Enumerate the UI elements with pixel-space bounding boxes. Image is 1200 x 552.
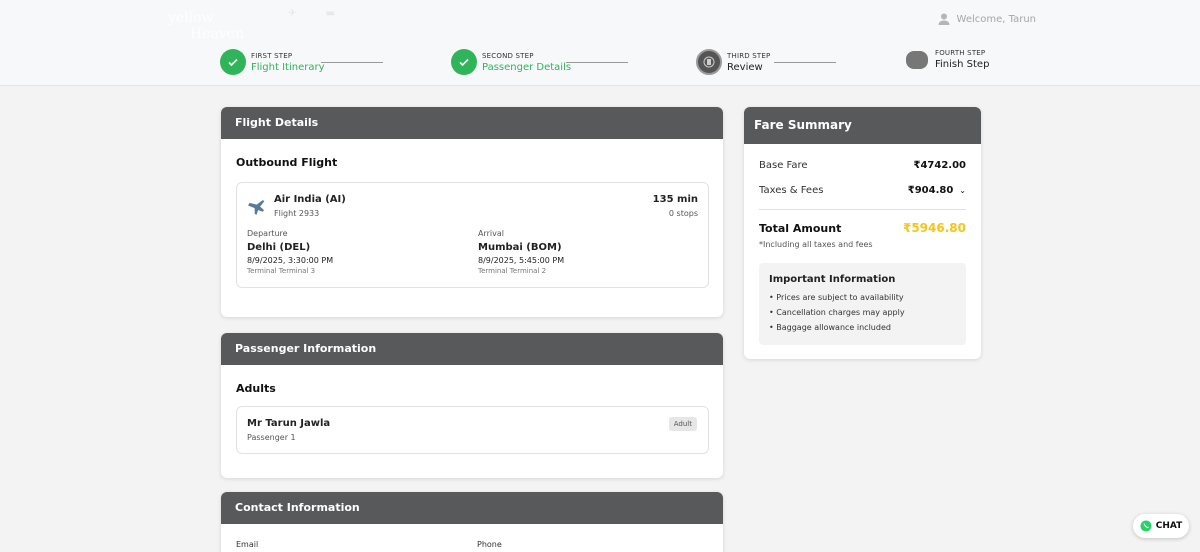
chat-label: CHAT — [1155, 521, 1183, 531]
hotel-nav-icon[interactable]: ▬ — [326, 8, 335, 19]
nav-icons: ✈ ▬ — [288, 8, 361, 19]
contact-info-card: Contact Information Email Phone — [221, 492, 723, 552]
arrival-city: Mumbai (BOM) — [478, 242, 562, 253]
flight-nav-icon[interactable]: ✈ — [288, 8, 296, 19]
important-info-title: Important Information — [769, 274, 896, 285]
flight-details-card: Flight Details Outbound Flight Air India… — [221, 107, 723, 317]
step-1: FIRST STEP Flight Itinerary — [220, 49, 325, 75]
total-label: Total Amount — [759, 221, 842, 235]
phone-label: Phone — [477, 540, 502, 549]
arrival-label: Arrival — [478, 229, 504, 238]
step-2: SECOND STEP Passenger Details — [451, 49, 571, 75]
passenger-name: Mr Tarun Jawla — [247, 418, 331, 429]
flight-number: Flight 2933 — [274, 209, 320, 218]
welcome-text: Welcome, Tarun — [956, 13, 1036, 25]
departure-terminal: Terminal Terminal 3 — [247, 267, 316, 275]
logo-line-2: Heaven — [190, 26, 245, 42]
base-fare-value: ₹4742.00 — [913, 160, 966, 171]
adults-title: Adults — [236, 382, 276, 395]
flight-segment: Air India (AI) Flight 2933 135 min 0 sto… — [236, 182, 709, 288]
step-connector — [321, 62, 383, 63]
step-2-label: Passenger Details — [482, 61, 572, 73]
important-info-box: Important Information • Prices are subje… — [759, 263, 966, 345]
step-3-small: THIRD STEP — [727, 51, 771, 60]
step-connector — [566, 62, 628, 63]
taxes-value: ₹904.80 — [907, 185, 954, 196]
passenger-row: Mr Tarun Jawla Passenger 1 Adult — [236, 406, 709, 454]
divider — [759, 209, 966, 210]
whatsapp-icon — [1140, 520, 1152, 532]
flight-duration: 135 min — [652, 194, 698, 205]
user-icon — [937, 12, 951, 26]
step-2-small: SECOND STEP — [482, 51, 534, 60]
logo-line-1: yellow — [168, 10, 214, 26]
departure-info: Departure Delhi (DEL) 8/9/2025, 3:30:00 … — [247, 229, 333, 275]
outbound-flight-title: Outbound Flight — [236, 156, 338, 169]
user-menu[interactable]: Welcome, Tarun — [937, 12, 1036, 26]
passenger-number: Passenger 1 — [247, 433, 296, 442]
check-icon — [220, 49, 246, 75]
info-item: • Cancellation charges may apply — [769, 308, 905, 317]
departure-city: Delhi (DEL) — [247, 242, 311, 253]
flight-details-heading: Flight Details — [221, 107, 723, 139]
airplane-icon — [247, 196, 267, 216]
step-4: FOURTH STEP Finish Step — [906, 49, 989, 70]
step-4-small: FOURTH STEP — [935, 49, 986, 57]
fare-summary-card: Fare Summary Base Fare ₹4742.00 Taxes & … — [744, 107, 981, 359]
taxes-row[interactable]: Taxes & Fees ₹904.80 ⌄ — [759, 185, 966, 196]
step-3-label: Review — [727, 61, 763, 73]
check-icon — [451, 49, 477, 75]
wallet-icon — [906, 50, 928, 69]
step-connector — [774, 62, 836, 63]
review-icon — [696, 49, 722, 75]
passenger-info-card: Passenger Information Adults Mr Tarun Ja… — [221, 333, 723, 478]
chat-button[interactable]: CHAT — [1133, 514, 1189, 538]
passenger-info-heading: Passenger Information — [221, 333, 723, 365]
chevron-down-icon[interactable]: ⌄ — [959, 186, 966, 195]
base-fare-label: Base Fare — [759, 160, 808, 171]
info-item: • Baggage allowance included — [769, 323, 891, 332]
step-3: THIRD STEP Review — [696, 49, 770, 75]
step-1-label: Flight Itinerary — [251, 61, 325, 73]
base-fare-row: Base Fare ₹4742.00 — [759, 160, 966, 171]
flight-stops: 0 stops — [668, 209, 698, 218]
total-row: Total Amount ₹5946.80 — [759, 221, 966, 235]
booking-stepper: FIRST STEP Flight Itinerary SECOND STEP … — [0, 49, 1200, 77]
info-item: • Prices are subject to availability — [769, 293, 904, 302]
airline-name: Air India (AI) — [274, 194, 346, 205]
departure-label: Departure — [247, 229, 288, 238]
email-label: Email — [236, 540, 259, 549]
fare-summary-heading: Fare Summary — [744, 107, 981, 144]
step-4-label: Finish Step — [935, 59, 990, 70]
total-value: ₹5946.80 — [902, 221, 966, 235]
contact-info-heading: Contact Information — [221, 492, 723, 524]
departure-time: 8/9/2025, 3:30:00 PM — [247, 256, 334, 265]
step-1-small: FIRST STEP — [251, 51, 293, 60]
arrival-terminal: Terminal Terminal 2 — [478, 267, 547, 275]
brand-logo[interactable]: yellow Heaven — [168, 10, 244, 42]
taxes-label: Taxes & Fees — [759, 185, 824, 196]
passenger-type-badge: Adult — [668, 417, 697, 431]
total-note: *Including all taxes and fees — [759, 240, 873, 249]
top-header: yellow Heaven ✈ ▬ Welcome, Tarun FIRST S… — [0, 0, 1200, 86]
arrival-time: 8/9/2025, 5:45:00 PM — [478, 256, 565, 265]
arrival-info: Arrival Mumbai (BOM) 8/9/2025, 5:45:00 P… — [478, 229, 564, 275]
